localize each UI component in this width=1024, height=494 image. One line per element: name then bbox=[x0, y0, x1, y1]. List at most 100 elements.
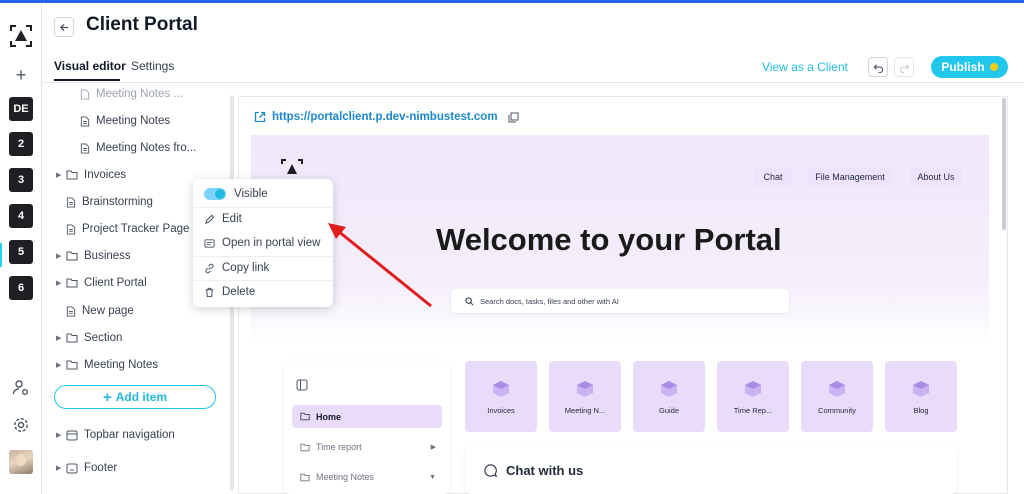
arrow-left-icon bbox=[59, 23, 68, 31]
document-icon bbox=[66, 223, 76, 235]
caret-right-icon[interactable]: ▶ bbox=[56, 279, 66, 287]
portal-search-placeholder: Search docs, tasks, files and other with… bbox=[480, 296, 619, 306]
sidebar-item-label: Meeting Notes ... bbox=[96, 88, 183, 100]
portal-nav-about-us[interactable]: About Us bbox=[909, 167, 963, 187]
footer-icon bbox=[66, 463, 78, 473]
sidebar-item-label: Invoices bbox=[84, 169, 127, 181]
caret-right-icon[interactable]: ▶ bbox=[56, 464, 66, 472]
caret-down-icon: ▼ bbox=[429, 473, 436, 481]
menu-item-visible[interactable]: Visible bbox=[193, 182, 333, 206]
menu-item-edit[interactable]: Edit bbox=[193, 207, 333, 231]
folder-icon bbox=[300, 412, 310, 421]
header-divider bbox=[42, 82, 1024, 83]
workspace-de[interactable]: DE bbox=[9, 97, 33, 121]
tab-visual-editor[interactable]: Visual editor bbox=[54, 59, 126, 73]
add-item-button[interactable]: + Add item bbox=[54, 385, 216, 409]
portal-nav-file-management[interactable]: File Management bbox=[808, 167, 892, 187]
publish-button[interactable]: Publish bbox=[931, 56, 1008, 78]
sidebar-item-footer[interactable]: ▶ Footer bbox=[56, 459, 117, 477]
workspace-3[interactable]: 3 bbox=[9, 168, 33, 192]
copy-icon[interactable] bbox=[508, 112, 519, 123]
app-logo-icon[interactable] bbox=[8, 23, 34, 49]
portal-search-bar[interactable]: Search docs, tasks, files and other with… bbox=[451, 289, 789, 313]
portal-card-time-report[interactable]: Time Rep... bbox=[717, 361, 789, 432]
folder-icon bbox=[300, 473, 310, 481]
trash-icon bbox=[205, 287, 214, 297]
search-icon bbox=[465, 296, 474, 305]
sidebar-item-section[interactable]: ▶ Section bbox=[56, 329, 122, 347]
workspace-5[interactable]: 5 bbox=[9, 240, 33, 264]
add-workspace-icon[interactable]: + bbox=[12, 65, 30, 86]
document-icon bbox=[80, 88, 90, 100]
caret-right-icon[interactable]: ▶ bbox=[56, 431, 66, 439]
avatar[interactable] bbox=[9, 450, 33, 474]
workspace-4[interactable]: 4 bbox=[9, 204, 33, 228]
portal-view-icon bbox=[204, 238, 215, 248]
undo-button[interactable] bbox=[868, 57, 888, 77]
active-tab-underline bbox=[54, 79, 120, 81]
document-icon bbox=[66, 196, 76, 208]
portal-welcome-heading: Welcome to your Portal bbox=[436, 222, 782, 257]
sidebar-item-meeting-notes[interactable]: Meeting Notes bbox=[80, 112, 170, 130]
sidebar-item-label: Project Tracker Page bbox=[82, 223, 190, 235]
sidebar-item-meeting-notes-from[interactable]: Meeting Notes fro... bbox=[80, 139, 196, 157]
workspace-2[interactable]: 2 bbox=[9, 132, 33, 156]
menu-item-label: Open in portal view bbox=[222, 237, 321, 249]
caret-right-icon[interactable]: ▶ bbox=[56, 171, 66, 179]
portal-sidebar-time-report[interactable]: Time report ▶ bbox=[300, 440, 436, 454]
caret-right-icon[interactable]: ▶ bbox=[56, 252, 66, 260]
portal-card-guide[interactable]: Guide bbox=[633, 361, 705, 432]
menu-item-open-in-portal[interactable]: Open in portal view bbox=[193, 231, 333, 255]
portal-card-community[interactable]: Community bbox=[801, 361, 873, 432]
sidebar-item-brainstorming[interactable]: Brainstorming bbox=[66, 193, 153, 211]
portal-sidebar-meeting-notes[interactable]: Meeting Notes ▼ bbox=[300, 470, 436, 484]
portal-chat-title-text: Chat with us bbox=[506, 463, 584, 478]
caret-right-icon[interactable]: ▶ bbox=[56, 334, 66, 342]
workspace-6[interactable]: 6 bbox=[9, 276, 33, 300]
portal-sidebar-link-label: Meeting Notes bbox=[316, 472, 375, 482]
topbar-icon bbox=[66, 430, 78, 440]
time-cube-icon bbox=[745, 381, 761, 397]
caret-right-icon[interactable]: ▶ bbox=[56, 361, 66, 369]
sidebar-item-label: Meeting Notes bbox=[84, 359, 159, 371]
sidebar-item-topbar-navigation[interactable]: ▶ Topbar navigation bbox=[56, 426, 175, 444]
visible-toggle[interactable] bbox=[204, 188, 226, 200]
document-icon bbox=[80, 142, 90, 154]
tab-settings[interactable]: Settings bbox=[131, 59, 174, 73]
sidebar-item-meeting-notes-truncated[interactable]: Meeting Notes ... bbox=[80, 85, 183, 103]
sidebar-item-project-tracker-page[interactable]: Project Tracker Page bbox=[66, 220, 189, 238]
redo-button[interactable] bbox=[894, 57, 914, 77]
view-as-client-link[interactable]: View as a Client bbox=[762, 60, 848, 74]
meeting-cube-icon bbox=[577, 381, 593, 397]
portal-card-label: Blog bbox=[913, 406, 929, 415]
portal-chat-title[interactable]: Chat with us bbox=[483, 463, 583, 478]
portal-sidebar-home[interactable]: Home bbox=[292, 405, 442, 428]
link-icon bbox=[205, 263, 214, 273]
sidebar-item-meeting-notes-folder[interactable]: ▶ Meeting Notes bbox=[56, 356, 158, 374]
preview-scrollbar[interactable] bbox=[1002, 98, 1006, 230]
portal-card-blog[interactable]: Blog bbox=[885, 361, 957, 432]
portal-card-meeting-notes[interactable]: Meeting N... bbox=[549, 361, 621, 432]
chat-bubble-icon bbox=[484, 464, 498, 478]
sidebar-toggle-icon[interactable] bbox=[296, 379, 308, 391]
sidebar-item-invoices[interactable]: ▶ Invoices bbox=[56, 166, 126, 184]
sidebar-item-client-portal[interactable]: ▶ Client Portal bbox=[56, 274, 147, 292]
user-settings-icon[interactable] bbox=[12, 379, 30, 397]
sidebar-item-new-page[interactable]: New page bbox=[66, 302, 134, 320]
portal-card-invoices[interactable]: Invoices bbox=[465, 361, 537, 432]
menu-item-copy-link[interactable]: Copy link bbox=[193, 256, 333, 280]
back-button[interactable] bbox=[54, 17, 74, 37]
portal-card-label: Meeting N... bbox=[564, 406, 606, 415]
menu-item-delete[interactable]: Delete bbox=[193, 280, 333, 304]
sidebar-item-business[interactable]: ▶ Business bbox=[56, 247, 131, 265]
pencil-icon bbox=[205, 214, 215, 224]
gear-icon[interactable] bbox=[12, 416, 30, 434]
portal-card-label: Invoices bbox=[487, 406, 515, 415]
portal-url-text: https://portalclient.p.dev-nimbustest.co… bbox=[272, 111, 498, 123]
portal-nav-chat[interactable]: Chat bbox=[754, 167, 792, 187]
folder-icon bbox=[66, 251, 78, 261]
portal-url-link[interactable]: https://portalclient.p.dev-nimbustest.co… bbox=[254, 109, 519, 125]
folder-icon bbox=[66, 170, 78, 180]
sidebar-item-label: New page bbox=[82, 305, 134, 317]
top-accent-line bbox=[0, 0, 1024, 3]
